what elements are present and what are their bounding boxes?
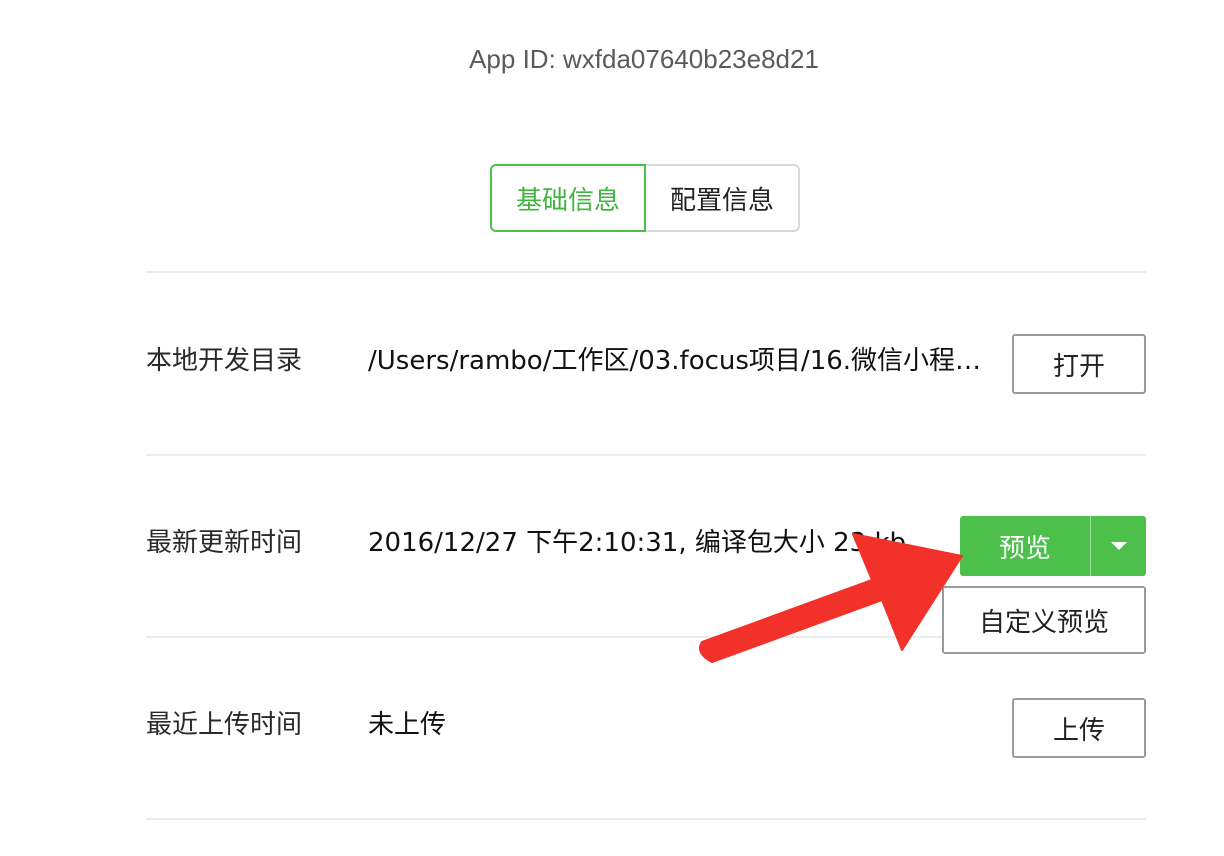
- chevron-down-icon: [1110, 542, 1127, 550]
- app-id-text: App ID: wxfda07640b23e8d21: [469, 44, 819, 74]
- last-upload-label: 最近上传时间: [146, 710, 303, 740]
- local-dir-label: 本地开发目录: [146, 346, 303, 376]
- latest-update-value: 2016/12/27 下午2:10:31, 编译包大小 23 kb: [368, 528, 907, 558]
- local-dir-path: /Users/rambo/工作区/03.focus项目/16.微信小程…: [368, 346, 982, 376]
- latest-update-label: 最新更新时间: [146, 528, 303, 558]
- divider: [146, 818, 1146, 820]
- last-upload-value: 未上传: [368, 710, 447, 740]
- tab-bar: 基础信息 配置信息: [490, 164, 800, 232]
- project-detail-panel: App ID: wxfda07640b23e8d21 基础信息 配置信息 本地开…: [0, 0, 1224, 856]
- tab-basic-info[interactable]: 基础信息: [490, 164, 646, 232]
- divider: [146, 636, 942, 638]
- divider: [146, 271, 1146, 273]
- open-button[interactable]: 打开: [1012, 334, 1146, 394]
- upload-button[interactable]: 上传: [1012, 698, 1146, 758]
- divider: [146, 454, 1146, 456]
- preview-button[interactable]: 预览: [960, 516, 1090, 576]
- custom-preview-menu-item[interactable]: 自定义预览: [942, 586, 1146, 654]
- tab-config-info[interactable]: 配置信息: [646, 164, 800, 232]
- preview-split-button: 预览: [960, 516, 1146, 576]
- preview-dropdown-toggle[interactable]: [1091, 516, 1146, 576]
